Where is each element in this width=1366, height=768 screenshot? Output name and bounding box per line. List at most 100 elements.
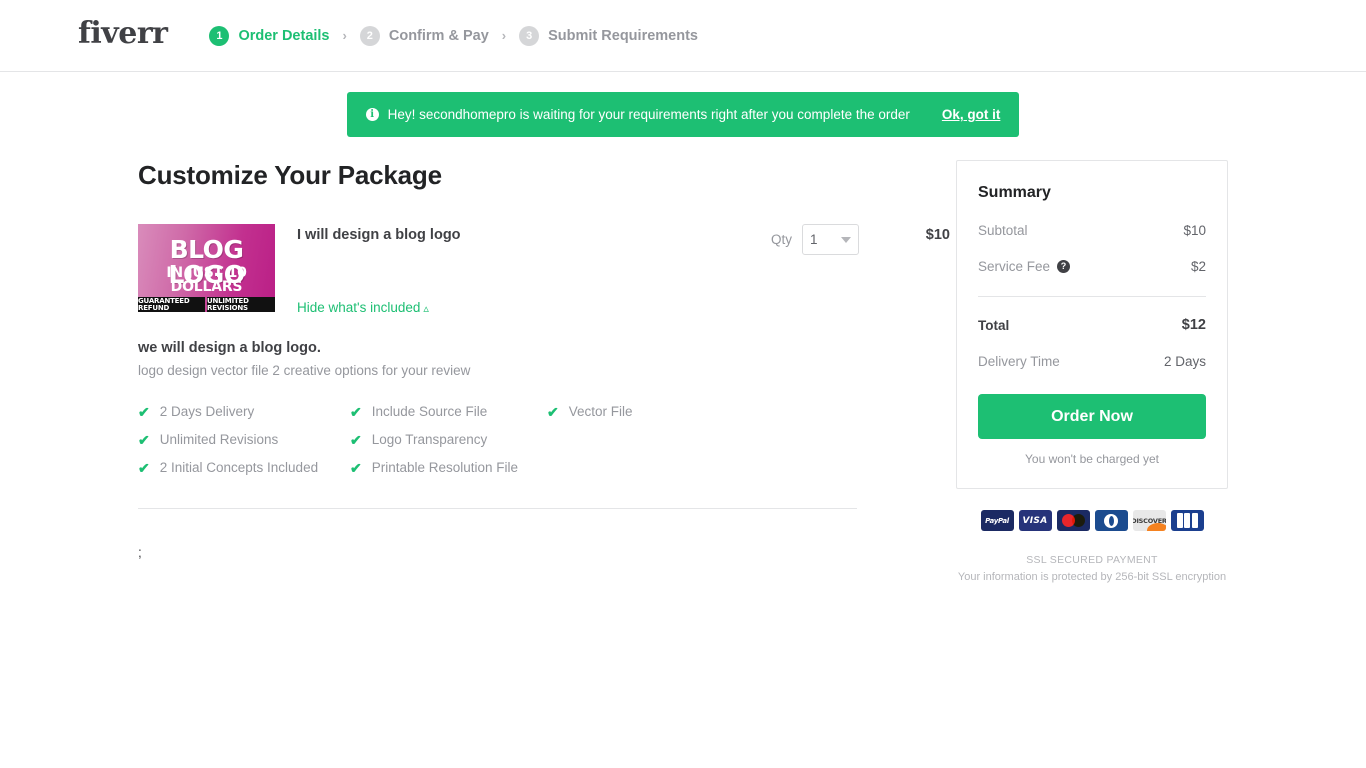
- top-navigation-bar: fiverr 1 Order Details › 2 Confirm & Pay…: [0, 0, 1366, 72]
- jcb-icon: [1170, 510, 1204, 531]
- paypal-icon: PayPal: [980, 510, 1014, 531]
- feature-item: ✔ Include Source File: [350, 404, 547, 419]
- paypal-label: PayPal: [985, 516, 1009, 525]
- feature-label: Printable Resolution File: [371, 460, 519, 475]
- description-body: logo design vector file 2 creative optio…: [138, 363, 471, 378]
- thumbnail-subheadline: IN JUST 10 DOLLARS: [166, 265, 247, 295]
- toggle-included-link[interactable]: Hide what's included ▵: [297, 300, 429, 315]
- section-divider: [138, 508, 857, 509]
- mastercard-right-circle: [1071, 514, 1085, 527]
- ssl-notice: SSL SECURED PAYMENT Your information is …: [956, 554, 1228, 583]
- feature-label: Vector File: [568, 404, 633, 419]
- check-icon: ✔: [547, 403, 559, 420]
- help-icon[interactable]: ?: [1057, 260, 1071, 273]
- dismiss-banner-link[interactable]: Ok, got it: [942, 107, 1001, 122]
- check-icon: ✔: [138, 431, 150, 448]
- jcb-bar: [1191, 513, 1198, 528]
- subtotal-label: Subtotal: [978, 223, 1028, 238]
- step-1-label: Order Details: [238, 27, 330, 44]
- feature-item: ✔ Unlimited Revisions: [138, 432, 350, 447]
- jcb-bar: [1176, 513, 1183, 528]
- feature-item: ✔ Logo Transparency: [350, 432, 547, 447]
- checkout-step-indicator: 1 Order Details › 2 Confirm & Pay › 3 Su…: [209, 25, 698, 46]
- summary-title: Summary: [978, 184, 1051, 201]
- feature-item: ✔ Vector File: [547, 404, 859, 419]
- check-icon: ✔: [138, 403, 150, 420]
- feature-label: Include Source File: [371, 404, 488, 419]
- quantity-row: Qty 1: [771, 224, 859, 255]
- fiverr-logo[interactable]: fiverr: [78, 18, 168, 53]
- feature-label: Unlimited Revisions: [159, 432, 279, 447]
- discover-label: DISCOVER: [1132, 516, 1166, 525]
- feature-label: 2 Days Delivery: [159, 404, 255, 419]
- step-3-label: Submit Requirements: [548, 27, 698, 44]
- summary-row-subtotal: Subtotal $10: [978, 223, 1206, 238]
- diners-inner-shape: [1108, 515, 1114, 526]
- description-heading: we will design a blog logo.: [138, 340, 321, 356]
- quantity-select[interactable]: 1: [802, 224, 859, 255]
- chevron-down-icon: [841, 236, 851, 243]
- thumbnail-badge-refund: GUARANTEED REFUND: [138, 297, 205, 312]
- check-icon: ✔: [350, 403, 362, 420]
- visa-icon: VISA: [1018, 510, 1052, 531]
- page-content: Customize Your Package BLOG LOGO IN JUST…: [0, 160, 1366, 583]
- included-features-grid: ✔ 2 Days Delivery ✔ Include Source File …: [138, 404, 859, 475]
- order-now-button[interactable]: Order Now: [978, 394, 1206, 439]
- step-1-circle: 1: [209, 25, 230, 46]
- delivery-time-value: 2 Days: [1163, 354, 1206, 369]
- mastercard-icon: [1056, 510, 1090, 531]
- quantity-label: Qty: [770, 232, 792, 247]
- page-title: Customize Your Package: [138, 160, 442, 190]
- check-icon: ✔: [138, 459, 150, 476]
- chevron-up-icon: ▵: [423, 303, 429, 315]
- jcb-bars: [1176, 513, 1198, 528]
- notification-banner-wrapper: i Hey! secondhomepro is waiting for your…: [0, 92, 1366, 137]
- stray-text: ;: [138, 545, 142, 560]
- step-2-label: Confirm & Pay: [388, 27, 489, 44]
- summary-row-total: Total $12: [978, 317, 1206, 333]
- toggle-included-label: Hide what's included: [297, 300, 421, 315]
- ssl-headline: SSL SECURED PAYMENT: [1026, 554, 1158, 566]
- total-label: Total: [978, 317, 1010, 333]
- check-icon: ✔: [350, 459, 362, 476]
- step-confirm-and-pay[interactable]: 2 Confirm & Pay: [359, 25, 489, 46]
- jcb-bar: [1184, 513, 1190, 528]
- feature-label: 2 Initial Concepts Included: [159, 460, 319, 475]
- step-3-circle: 3: [519, 25, 540, 46]
- check-icon: ✔: [350, 431, 362, 448]
- gig-thumbnail[interactable]: BLOG LOGO IN JUST 10 DOLLARS GUARANTEED …: [138, 224, 275, 312]
- subtotal-value: $10: [1183, 223, 1206, 238]
- thumbnail-badge-strips: GUARANTEED REFUND UNLIMITED REVISIONS: [138, 297, 275, 312]
- step-separator-2: ›: [501, 28, 507, 43]
- order-summary-column: Summary Subtotal $10 Service Fee ? $2 To…: [956, 160, 1228, 583]
- step-order-details[interactable]: 1 Order Details: [209, 25, 330, 46]
- visa-label: VISA: [1022, 515, 1048, 526]
- service-fee-text: Service Fee: [978, 259, 1051, 274]
- ssl-subtext: Your information is protected by 256-bit…: [957, 571, 1227, 583]
- step-separator-1: ›: [342, 28, 347, 43]
- diners-club-icon: [1094, 510, 1128, 531]
- package-customization-column: Customize Your Package BLOG LOGO IN JUST…: [138, 160, 950, 560]
- delivery-time-label: Delivery Time: [978, 354, 1060, 369]
- quantity-value: 1: [810, 232, 818, 247]
- discover-icon: DISCOVER: [1132, 510, 1166, 531]
- notification-message: Hey! secondhomepro is waiting for your r…: [387, 107, 910, 122]
- step-submit-requirements[interactable]: 3 Submit Requirements: [519, 25, 698, 46]
- feature-item: ✔ Printable Resolution File: [350, 460, 547, 475]
- feature-item-empty: [547, 460, 859, 475]
- summary-row-service-fee: Service Fee ? $2: [978, 259, 1206, 274]
- info-icon: i: [365, 108, 379, 121]
- diners-outer-circle: [1104, 513, 1118, 528]
- notification-banner: i Hey! secondhomepro is waiting for your…: [346, 92, 1020, 137]
- item-price: $10: [925, 227, 950, 243]
- summary-divider: [978, 296, 1206, 297]
- product-row: BLOG LOGO IN JUST 10 DOLLARS GUARANTEED …: [138, 224, 950, 315]
- step-2-circle: 2: [359, 25, 380, 46]
- total-value: $12: [1181, 317, 1206, 333]
- payment-methods: PayPal VISA DISCOVER: [956, 510, 1228, 531]
- feature-item-empty: [547, 432, 859, 447]
- no-charge-note: You won't be charged yet: [1025, 452, 1159, 466]
- feature-item: ✔ 2 Days Delivery: [138, 404, 350, 419]
- service-fee-label: Service Fee ?: [978, 259, 1071, 274]
- service-fee-value: $2: [1190, 259, 1206, 274]
